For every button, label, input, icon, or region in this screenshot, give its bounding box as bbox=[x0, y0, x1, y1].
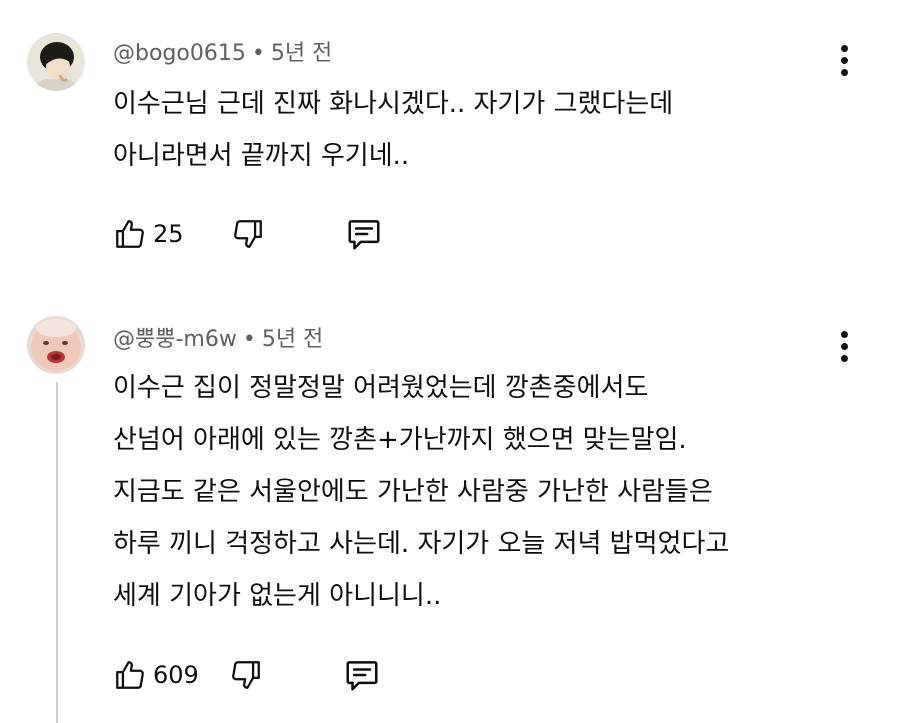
comment-text: 이수근 집이 정말정말 어려웠었는데 깡촌중에서도 산넘어 아래에 있는 깡촌+… bbox=[113, 362, 853, 622]
avatar[interactable] bbox=[27, 33, 85, 91]
more-vertical-icon-dot bbox=[840, 68, 848, 76]
comment-text: 이수근님 근데 진짜 화나시겠다.. 자기가 그랬다는데 아니라면서 끝까지 우… bbox=[113, 78, 853, 182]
more-vertical-icon bbox=[840, 44, 848, 52]
comment-meta: @bogo0615 • 5년 전 bbox=[113, 40, 332, 68]
comment-meta: @뿡뿡-m6w • 5년 전 bbox=[113, 326, 323, 354]
profile-photo-icon bbox=[27, 316, 85, 374]
comment-time[interactable]: 5년 전 bbox=[262, 327, 323, 352]
profile-photo-icon bbox=[27, 33, 85, 91]
reply-comment-icon bbox=[346, 661, 378, 691]
comment-actions: 25 bbox=[113, 212, 383, 256]
thumbs-up-icon bbox=[116, 661, 144, 689]
thread-line bbox=[56, 382, 58, 723]
more-vertical-icon-dot bbox=[840, 354, 848, 362]
meta-separator: • bbox=[242, 327, 256, 352]
comment-text-line: 산넘어 아래에 있는 깡촌+가난까지 했으면 맞는말임. bbox=[113, 425, 687, 455]
comment-item: @bogo0615 • 5년 전 이수근님 근데 진짜 화나시겠다.. 자기가 그랬… bbox=[0, 0, 900, 290]
more-vertical-icon-dot bbox=[840, 56, 848, 64]
meta-separator: • bbox=[251, 41, 265, 66]
comment-text-line: 지금도 같은 서울안에도 가난한 사람중 가난한 사람들은 bbox=[113, 477, 713, 507]
thumbs-down-icon bbox=[234, 220, 262, 248]
avatar[interactable] bbox=[27, 316, 85, 374]
comment-actions: 609 bbox=[113, 653, 381, 697]
reply-button[interactable] bbox=[345, 212, 383, 256]
reply-button[interactable] bbox=[343, 653, 381, 697]
dislike-button[interactable] bbox=[231, 212, 265, 256]
dislike-button[interactable] bbox=[229, 653, 263, 697]
comment-text-line: 아니라면서 끝까지 우기네.. bbox=[113, 141, 410, 171]
like-count: 609 bbox=[153, 661, 199, 689]
thumbs-up-icon bbox=[116, 220, 144, 248]
thumbs-down-icon bbox=[231, 661, 260, 689]
more-vertical-icon-dot bbox=[840, 342, 848, 350]
like-button[interactable]: 609 bbox=[113, 653, 199, 697]
comment-text-line: 세계 기아가 없는게 아니니니.. bbox=[113, 581, 442, 611]
like-count: 25 bbox=[153, 220, 184, 248]
comment-author[interactable]: @뿡뿡-m6w bbox=[113, 327, 237, 352]
comment-text-line: 이수근님 근데 진짜 화나시겠다.. 자기가 그랬다는데 bbox=[113, 89, 674, 119]
reply-comment-icon bbox=[348, 220, 380, 250]
comment-time[interactable]: 5년 전 bbox=[271, 41, 332, 66]
more-vertical-icon bbox=[840, 330, 848, 338]
comment-item: @뿡뿡-m6w • 5년 전 이수근 집이 정말정말 어려웠었는데 깡촌중에서도 산… bbox=[0, 290, 900, 723]
more-options-button[interactable] bbox=[830, 38, 858, 82]
like-button[interactable]: 25 bbox=[113, 212, 193, 256]
comment-text-line: 이수근 집이 정말정말 어려웠었는데 깡촌중에서도 bbox=[113, 373, 649, 403]
comment-author[interactable]: @bogo0615 bbox=[113, 41, 246, 66]
comment-text-line: 하루 끼니 걱정하고 사는데. 자기가 오늘 저녁 밥먹었다고 bbox=[113, 529, 730, 559]
